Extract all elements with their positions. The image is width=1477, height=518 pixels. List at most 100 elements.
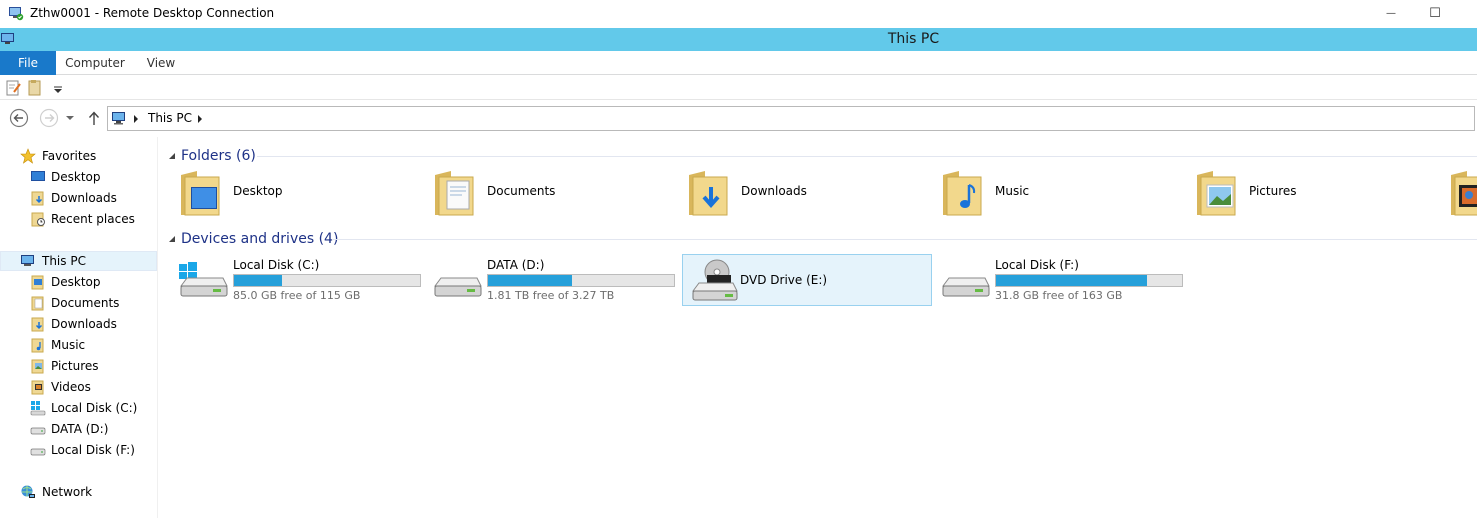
nav-network[interactable]: Network (20, 482, 92, 502)
drive-c[interactable]: Local Disk (C:) 85.0 GB free of 115 GB (161, 254, 421, 306)
nav-network-label: Network (42, 485, 93, 499)
chevron-right-icon[interactable] (133, 115, 139, 123)
nav-item-label: Documents (51, 296, 120, 310)
customize-toolbar-icon[interactable] (50, 79, 66, 97)
nav-this-pc-label: This PC (42, 254, 86, 268)
nav-favorites[interactable]: Favorites (20, 146, 96, 166)
drive-e[interactable]: DVD Drive (E:) (682, 254, 932, 306)
videos-folder-icon (31, 380, 44, 395)
content-pane: Folders (6) Desktop Documents Downloads (159, 137, 1477, 518)
nav-pc-documents[interactable]: Documents (30, 293, 119, 313)
minimize-icon: — (1386, 7, 1396, 19)
folder-documents[interactable]: Documents (415, 167, 669, 225)
folder-label: Pictures (1249, 184, 1297, 198)
dvd-drive-icon (692, 259, 738, 301)
folder-label: Desktop (233, 184, 283, 198)
drive-f[interactable]: Local Disk (F:) 31.8 GB free of 163 GB (923, 254, 1183, 306)
nav-item-label: Downloads (51, 317, 117, 331)
this-pc-icon (21, 255, 34, 266)
tab-file[interactable]: File (0, 51, 56, 75)
drive-usage-bar (233, 274, 421, 287)
music-folder-icon (31, 338, 44, 353)
new-folder-icon[interactable] (27, 79, 43, 97)
tab-computer[interactable]: Computer (60, 51, 130, 75)
system-drive-icon (179, 262, 228, 297)
hard-drive-icon (942, 277, 990, 297)
desktop-icon (31, 275, 44, 290)
nav-this-pc[interactable]: This PC (0, 251, 157, 271)
drive-free-space: 85.0 GB free of 115 GB (233, 289, 361, 302)
back-button[interactable] (8, 107, 30, 129)
folder-music[interactable]: Music (923, 167, 1177, 225)
nav-pc-local-disk-c[interactable]: Local Disk (C:) (30, 398, 137, 418)
minimize-button[interactable]: — (1376, 3, 1406, 23)
chevron-down-icon (66, 116, 74, 120)
drive-d[interactable]: DATA (D:) 1.81 TB free of 3.27 TB (415, 254, 675, 306)
nav-item-label: Local Disk (F:) (51, 443, 135, 457)
pictures-folder-icon (1197, 171, 1236, 216)
maximize-icon: ☐ (1429, 5, 1441, 21)
hard-drive-icon (30, 448, 46, 456)
network-icon (21, 485, 35, 498)
nav-item-label: Recent places (51, 212, 135, 226)
nav-pc-desktop[interactable]: Desktop (30, 272, 101, 292)
drives-group-title: Devices and drives (4) (181, 231, 339, 247)
system-drive-icon (30, 401, 46, 416)
folders-group-title: Folders (6) (181, 148, 256, 164)
music-folder-icon (943, 171, 982, 216)
documents-folder-icon (435, 171, 474, 216)
properties-icon[interactable] (6, 79, 22, 97)
quick-access-toolbar (0, 76, 1477, 100)
nav-pc-downloads[interactable]: Downloads (30, 314, 117, 334)
drive-free-space: 1.81 TB free of 3.27 TB (487, 289, 615, 302)
drive-name: DATA (D:) (487, 258, 545, 272)
videos-folder-icon (1451, 171, 1477, 216)
nav-item-label: Videos (51, 380, 91, 394)
nav-pc-local-disk-f[interactable]: Local Disk (F:) (30, 440, 135, 460)
folder-downloads[interactable]: Downloads (669, 167, 923, 225)
nav-item-label: Desktop (51, 170, 101, 184)
desktop-folder-icon (181, 171, 220, 216)
address-bar[interactable]: This PC (107, 106, 1475, 131)
nav-item-label: DATA (D:) (51, 422, 109, 436)
tab-view[interactable]: View (138, 51, 184, 75)
forward-arrow-icon (39, 108, 59, 128)
downloads-folder-icon (31, 317, 44, 332)
forward-button[interactable] (38, 107, 60, 129)
folder-videos-partial[interactable] (1431, 167, 1477, 225)
maximize-button[interactable]: ☐ (1420, 3, 1450, 23)
folder-pictures[interactable]: Pictures (1177, 167, 1431, 225)
nav-favorites-desktop[interactable]: Desktop (30, 167, 101, 187)
recent-places-icon (31, 212, 45, 227)
drive-usage-bar (487, 274, 675, 287)
nav-pc-data-d[interactable]: DATA (D:) (30, 419, 108, 439)
up-button[interactable] (84, 107, 104, 129)
drive-usage-bar (995, 274, 1183, 287)
collapse-triangle-icon (169, 236, 175, 242)
drive-free-space: 31.8 GB free of 163 GB (995, 289, 1123, 302)
downloads-folder-icon (31, 191, 44, 206)
nav-favorites-recent-places[interactable]: Recent places (30, 209, 135, 229)
nav-pc-music[interactable]: Music (30, 335, 85, 355)
drive-name: Local Disk (F:) (995, 258, 1079, 272)
nav-pc-videos[interactable]: Videos (30, 377, 91, 397)
chevron-right-icon[interactable] (197, 115, 203, 123)
documents-folder-icon (31, 296, 44, 311)
folders-group-header[interactable]: Folders (6) (167, 146, 256, 166)
folder-desktop[interactable]: Desktop (161, 167, 415, 225)
collapse-triangle-icon (169, 153, 175, 159)
folder-label: Music (995, 184, 1030, 198)
breadcrumb-this-pc[interactable]: This PC (148, 111, 192, 125)
nav-item-label: Local Disk (C:) (51, 401, 138, 415)
nav-pc-pictures[interactable]: Pictures (30, 356, 99, 376)
ribbon-tabs: File Computer View (0, 51, 1477, 75)
drive-name: DVD Drive (E:) (740, 273, 828, 287)
up-arrow-icon (88, 111, 100, 125)
drive-usage-fill (234, 275, 283, 286)
recent-locations-button[interactable] (62, 107, 78, 129)
nav-favorites-downloads[interactable]: Downloads (30, 188, 117, 208)
nav-item-label: Music (51, 338, 86, 352)
remote-desktop-icon (9, 7, 24, 21)
drives-group-header[interactable]: Devices and drives (4) (167, 229, 338, 249)
address-row: This PC (0, 101, 1477, 135)
